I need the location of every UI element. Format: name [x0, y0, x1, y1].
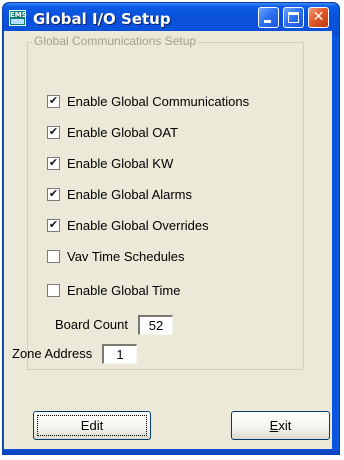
checkbox-label: Enable Global OAT — [67, 125, 179, 140]
board-count-field[interactable]: 52 — [138, 315, 173, 335]
checkmark-icon: ✔ — [48, 125, 59, 138]
checkbox-checked[interactable]: ✔ — [47, 125, 60, 139]
window-title: Global I/O Setup — [33, 10, 171, 28]
maximize-button[interactable] — [283, 7, 304, 28]
close-button[interactable]: ✕ — [308, 7, 329, 28]
zone-address-label: Zone Address — [12, 346, 93, 361]
title-bar[interactable]: EMS Global I/O Setup ✕ — [3, 3, 339, 34]
checkmark-icon: ✔ — [48, 94, 59, 107]
minimize-button[interactable] — [258, 7, 279, 28]
app-icon-screen — [11, 19, 24, 24]
checkbox-label: Enable Global KW — [67, 156, 174, 171]
edit-button[interactable]: Edit — [33, 411, 151, 440]
checkbox-label: Enable Global Communications — [67, 94, 250, 109]
checkmark-icon: ✔ — [48, 156, 59, 169]
close-icon: ✕ — [312, 9, 325, 25]
checkbox-label: Enable Global Alarms — [67, 187, 193, 202]
app-icon-text: EMS — [10, 11, 27, 19]
checkmark-icon: ✔ — [48, 187, 59, 200]
exit-button[interactable]: Exit — [231, 411, 330, 440]
checkmark-icon: ✔ — [48, 218, 59, 231]
checkbox-label: Enable Global Overrides — [67, 218, 209, 233]
checkbox-label: Vav Time Schedules — [67, 249, 185, 264]
checkbox-checked[interactable]: ✔ — [47, 218, 60, 232]
checkbox-unchecked[interactable] — [47, 250, 60, 263]
window-frame-bottom — [3, 450, 339, 454]
board-count-label: Board Count — [55, 317, 128, 332]
checkbox-checked[interactable]: ✔ — [47, 94, 60, 108]
maximize-icon — [288, 12, 299, 23]
group-box-label: Global Communications Setup — [32, 34, 199, 49]
exit-button-label-rest: xit — [278, 418, 292, 433]
zone-address-field[interactable]: 1 — [102, 344, 137, 364]
checkbox-label: Enable Global Time — [67, 283, 181, 298]
checkbox-unchecked[interactable] — [47, 284, 60, 297]
checkbox-checked[interactable]: ✔ — [47, 156, 60, 170]
minimize-icon — [264, 20, 271, 23]
checkbox-checked[interactable]: ✔ — [47, 187, 60, 201]
app-icon[interactable]: EMS — [9, 10, 27, 26]
